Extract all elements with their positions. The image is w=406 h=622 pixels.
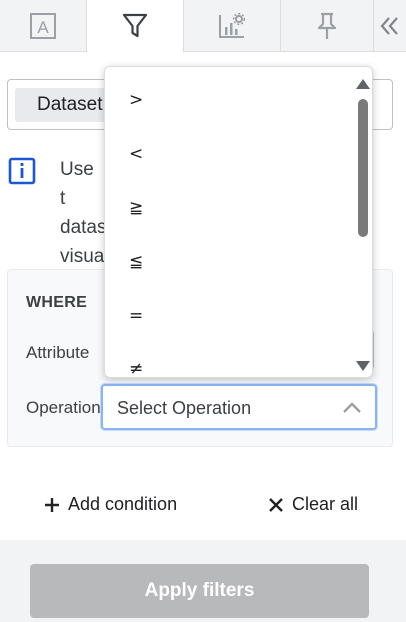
close-icon bbox=[269, 497, 283, 512]
add-condition-button[interactable]: Add condition bbox=[44, 494, 177, 515]
filter-icon bbox=[122, 13, 148, 38]
where-title: WHERE bbox=[26, 294, 88, 311]
tab-filter[interactable] bbox=[87, 0, 184, 53]
tab-text[interactable]: A bbox=[0, 0, 87, 52]
option-not-equal[interactable]: ≠ bbox=[129, 359, 143, 377]
collapse-panel-button[interactable] bbox=[374, 0, 406, 52]
scrollbar-thumb[interactable] bbox=[358, 99, 368, 237]
operation-select[interactable]: Select Operation bbox=[101, 384, 377, 430]
add-condition-label: Add condition bbox=[68, 494, 178, 514]
clear-all-button[interactable]: Clear all bbox=[268, 494, 358, 515]
scroll-up-arrow-icon[interactable] bbox=[356, 79, 370, 89]
option-less-than[interactable]: < bbox=[129, 144, 143, 164]
chart-settings-icon bbox=[219, 12, 246, 38]
operation-label: Operation bbox=[26, 398, 101, 417]
info-icon bbox=[8, 157, 36, 185]
operation-dropdown-list: > < ≧ ≦ = ≠ bbox=[104, 66, 373, 378]
option-greater-than[interactable]: > bbox=[129, 90, 143, 110]
plus-icon bbox=[45, 497, 59, 512]
option-greater-or-equal[interactable]: ≧ bbox=[129, 198, 143, 218]
panel-tab-bar: A bbox=[0, 0, 406, 53]
scroll-down-arrow-icon[interactable] bbox=[356, 361, 370, 371]
tab-pin[interactable] bbox=[281, 0, 374, 52]
option-equal[interactable]: = bbox=[129, 306, 143, 326]
operation-select-value: Select Operation bbox=[117, 398, 252, 418]
double-chevron-left-icon bbox=[380, 17, 398, 35]
clear-all-label: Clear all bbox=[292, 494, 359, 514]
dropdown-scrollbar[interactable] bbox=[356, 77, 370, 373]
pin-icon bbox=[317, 12, 337, 39]
footer-bar: Apply filters bbox=[0, 540, 406, 622]
svg-text:A: A bbox=[37, 18, 49, 37]
attribute-label: Attribute bbox=[26, 343, 90, 362]
chevron-up-icon bbox=[343, 402, 361, 413]
option-less-or-equal[interactable]: ≦ bbox=[129, 252, 143, 272]
text-box-icon: A bbox=[30, 13, 56, 39]
tab-chart-settings[interactable] bbox=[184, 0, 281, 52]
apply-filters-button[interactable]: Apply filters bbox=[30, 564, 369, 618]
